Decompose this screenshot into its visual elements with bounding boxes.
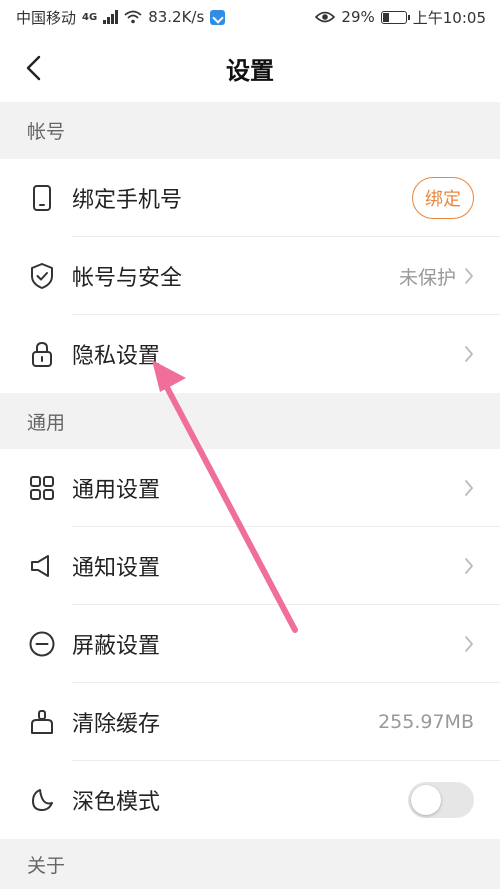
general-settings-row[interactable]: 通用设置 [0, 449, 500, 527]
back-button[interactable] [14, 48, 54, 88]
speaker-icon [28, 552, 56, 580]
navigation-bar: 设置 [0, 34, 500, 102]
section-title: 关于 [27, 854, 66, 877]
account-security-row[interactable]: 帐号与安全 未保护 [0, 237, 500, 315]
carrier-label: 中国移动 [16, 8, 77, 27]
row-label: 屏蔽设置 [72, 634, 161, 659]
battery-fill [382, 12, 390, 22]
phone-icon [28, 184, 56, 212]
section-header-account: 帐号 [0, 102, 500, 159]
security-status: 未保护 [398, 266, 456, 289]
chevron-right-icon [465, 480, 474, 496]
status-bar: 中国移动 4G 83.2K/s 29% 上午10:05 [0, 0, 500, 34]
section-header-about: 关于 [0, 839, 500, 889]
signal-icon [103, 10, 119, 24]
shield-icon [28, 262, 56, 290]
row-label: 清除缓存 [72, 712, 161, 737]
network-speed: 83.2K/s [148, 8, 205, 26]
row-label: 通知设置 [72, 556, 161, 581]
privacy-settings-row[interactable]: 隐私设置 [0, 315, 500, 393]
eye-icon [315, 11, 336, 23]
section-title: 通用 [27, 411, 66, 434]
dark-mode-row: 深色模式 [0, 761, 500, 839]
section-header-general: 通用 [0, 393, 500, 449]
block-settings-row[interactable]: 屏蔽设置 [0, 605, 500, 683]
broom-icon [28, 708, 56, 736]
chevron-right-icon [465, 558, 474, 574]
chevron-left-icon [26, 55, 41, 81]
dark-mode-toggle[interactable] [408, 782, 474, 818]
minus-circle-icon [28, 630, 56, 658]
lock-icon [28, 340, 56, 368]
battery-icon [380, 10, 410, 24]
row-label: 通用设置 [72, 478, 161, 503]
bind-phone-row[interactable]: 绑定手机号 绑定 [0, 159, 500, 237]
clock: 上午10:05 [412, 8, 486, 27]
cache-size: 255.97MB [378, 711, 474, 733]
wifi-icon [124, 10, 142, 24]
network-type: 4G [82, 11, 98, 23]
row-label: 深色模式 [72, 790, 161, 815]
bind-phone-button[interactable]: 绑定 [412, 177, 474, 219]
row-label: 帐号与安全 [72, 266, 183, 291]
chevron-right-icon [465, 636, 474, 652]
battery-percent: 29% [341, 8, 375, 26]
chevron-right-icon [465, 268, 474, 284]
grid-icon [28, 474, 56, 502]
chevron-right-icon [465, 346, 474, 362]
section-title: 帐号 [27, 121, 66, 143]
notification-settings-row[interactable]: 通知设置 [0, 527, 500, 605]
app-notification-icon [210, 9, 226, 25]
toggle-knob [411, 785, 441, 815]
page-title: 设置 [226, 56, 274, 85]
row-label: 隐私设置 [72, 344, 161, 369]
clear-cache-row[interactable]: 清除缓存 255.97MB [0, 683, 500, 761]
moon-icon [28, 786, 56, 814]
row-label: 绑定手机号 [72, 188, 183, 213]
